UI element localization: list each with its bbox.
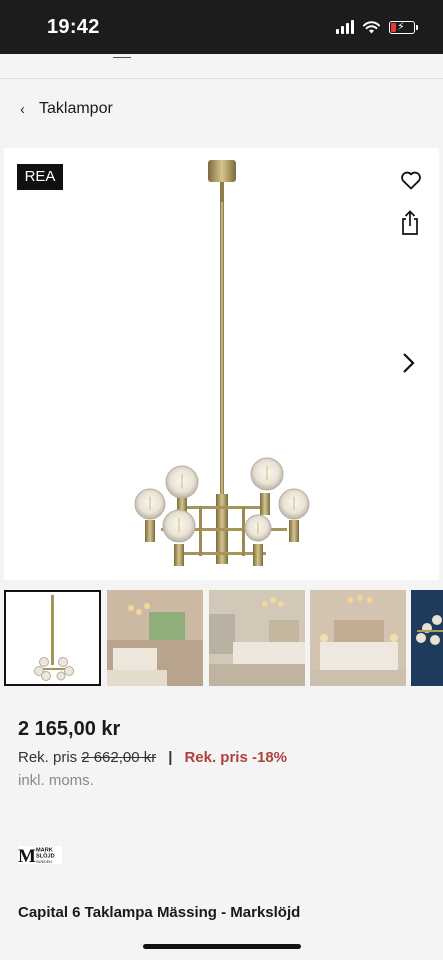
bedroom-photo-3 <box>310 590 406 686</box>
chevron-left-icon[interactable]: ‹ <box>20 101 25 118</box>
status-bar: 19:42 ⚡ <box>0 0 443 54</box>
thumbnail-2[interactable] <box>107 590 203 686</box>
bedroom-photo-1 <box>107 590 203 686</box>
top-strip <box>0 54 443 79</box>
original-price: 2 662,00 kr <box>81 749 157 766</box>
chandelier-thumb-image <box>34 595 74 681</box>
brand-logo[interactable]: M MARK SLÖJD SWEDEN <box>18 845 62 865</box>
thumbnail-3[interactable] <box>209 590 305 686</box>
chandelier-illustration <box>134 160 310 566</box>
discount-label: Rek. pris -18% <box>184 749 287 766</box>
svg-text:M: M <box>18 846 36 865</box>
rek-prefix: Rek. pris <box>18 749 78 766</box>
status-icons: ⚡ <box>336 20 418 34</box>
product-title: Capital 6 Taklampa Mässing - Markslöjd <box>18 904 301 921</box>
thumbnail-strip[interactable] <box>4 590 443 686</box>
price-separator: | <box>168 749 173 766</box>
price: 2 165,00 kr <box>18 718 121 740</box>
status-time: 19:42 <box>47 16 100 38</box>
svg-text:SWEDEN: SWEDEN <box>36 860 52 864</box>
bedroom-photo-2 <box>209 590 305 686</box>
price-block: 2 165,00 kr Rek. pris 2 662,00 kr | Rek.… <box>18 718 287 789</box>
vat-note: inkl. moms. <box>18 772 94 789</box>
recommended-price-row: Rek. pris 2 662,00 kr | Rek. pris -18% <box>18 749 287 766</box>
breadcrumb[interactable]: ‹ Taklampor <box>20 100 113 118</box>
thumbnail-1[interactable] <box>4 590 101 686</box>
battery-icon: ⚡ <box>389 20 418 34</box>
product-image[interactable]: REA <box>4 148 439 580</box>
home-indicator[interactable] <box>143 944 301 949</box>
wifi-icon <box>363 20 380 33</box>
thumbnail-5[interactable] <box>411 590 443 686</box>
menu-remnant-icon <box>113 54 131 58</box>
thumbnail-4[interactable] <box>310 590 406 686</box>
svg-text:SLÖJD: SLÖJD <box>36 853 55 860</box>
signal-icon <box>336 20 354 34</box>
lamp-photo-dark <box>411 590 443 686</box>
breadcrumb-label[interactable]: Taklampor <box>39 100 113 118</box>
